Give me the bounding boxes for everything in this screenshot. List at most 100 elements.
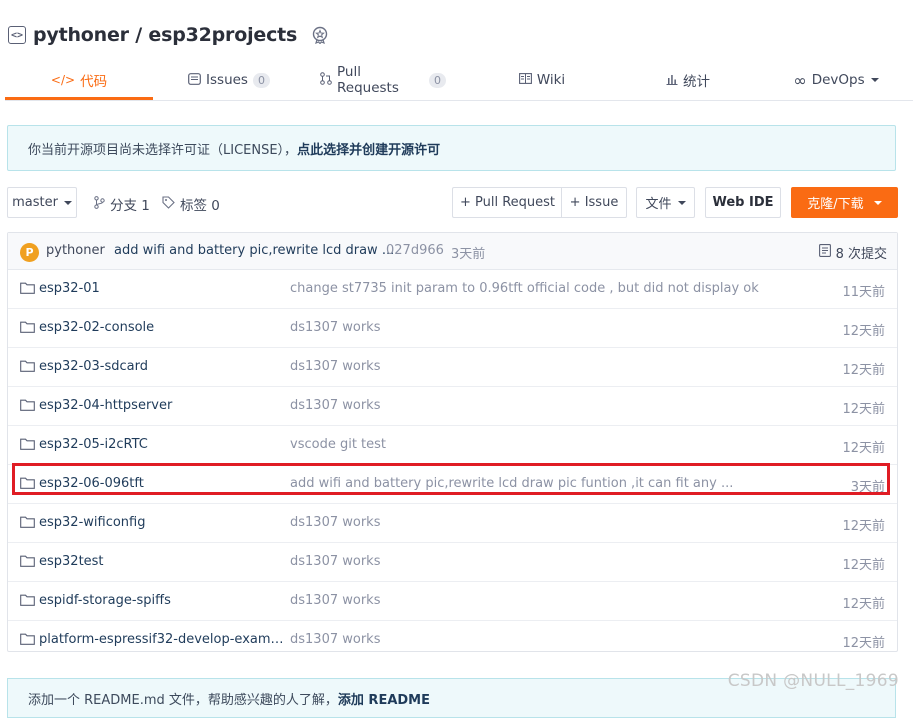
table-row[interactable]: esp32-04-httpserver ds1307 works 12天前 [8,387,897,426]
tab-wiki-label: Wiki [536,72,566,88]
table-row[interactable]: esp32-02-console ds1307 works 12天前 [8,309,897,348]
file-commit-message[interactable]: ds1307 works [290,554,380,569]
tab-issues[interactable]: Issues 0 [187,62,271,98]
file-commit-time: 12天前 [842,402,885,417]
file-name[interactable]: esp32-05-i2cRTC [39,437,289,452]
readme-notice-text: 添加一个 README.md 文件，帮助感兴趣的人了解， [28,692,338,708]
table-row[interactable]: esp32test ds1307 works 12天前 [8,543,897,582]
new-pull-request-label: + Pull Request [459,195,556,210]
file-commit-message[interactable]: ds1307 works [290,359,380,374]
file-name[interactable]: esp32-wificonfig [39,515,289,530]
file-commit-message[interactable]: ds1307 works [290,320,380,335]
file-commit-message[interactable]: ds1307 works [290,593,380,608]
file-name[interactable]: esp32-01 [39,281,289,296]
table-row[interactable]: esp32-03-sdcard ds1307 works 12天前 [8,348,897,387]
file-commit-message[interactable]: add wifi and battery pic,rewrite lcd dra… [290,476,733,491]
commit-message[interactable]: add wifi and battery pic,rewrite lcd dra… [114,243,394,258]
table-row[interactable]: esp32-01 change st7735 init param to 0.96… [8,270,897,309]
commit-count-link[interactable]: 8 次提交 [818,243,887,262]
branch-icon [94,195,105,213]
repo-name[interactable]: esp32projects [148,24,297,46]
file-commit-time: 3天前 [850,480,885,495]
new-issue-label: + Issue [569,195,619,210]
file-commit-message[interactable]: vscode git test [290,437,386,452]
new-issue-button[interactable]: + Issue [561,187,627,218]
file-commit-message[interactable]: ds1307 works [290,398,380,413]
folder-icon [20,516,35,528]
file-commit-message[interactable]: change st7735 init param to 0.96tft offi… [290,281,759,296]
file-name[interactable]: esp32-06-096tft [39,476,289,491]
folder-icon [20,399,35,411]
tab-pull-requests-label: Pull Requests [337,64,399,96]
file-list: P pythoner add wifi and battery pic,rewr… [7,232,898,652]
create-license-link[interactable]: 点此选择并创建开源许可 [297,139,440,158]
tab-issues-label: Issues [206,72,248,88]
bar-chart-icon [666,73,678,88]
file-name[interactable]: esp32-04-httpserver [39,398,289,413]
tab-devops[interactable]: ∞ DevOps [790,62,882,98]
table-row[interactable]: esp32-06-096tft add wifi and battery pic,… [8,465,897,504]
add-readme-link[interactable]: 添加 README [338,689,430,708]
tab-pull-requests[interactable]: Pull Requests 0 [320,62,446,98]
repo-separator: / [128,24,149,46]
pull-request-icon [320,72,332,88]
tab-stats[interactable]: 统计 [657,62,719,98]
web-ide-button[interactable]: Web IDE [705,187,781,218]
file-commit-time: 11天前 [842,285,885,300]
file-menu-button[interactable]: 文件 [636,187,695,218]
clone-download-label: 克隆/下载 [807,197,864,212]
table-row[interactable]: esp32-05-i2cRTC vscode git test 12天前 [8,426,897,465]
file-name[interactable]: espidf-storage-spiffs [39,593,289,608]
folder-icon [20,633,35,645]
file-commit-message[interactable]: ds1307 works [290,632,380,647]
code-repo-icon: <> [8,26,26,44]
repo-owner[interactable]: pythoner [33,24,129,46]
tag-icon [162,195,175,213]
issues-icon [188,72,201,88]
tab-devops-label: DevOps [811,72,865,88]
infinity-icon: ∞ [793,70,807,90]
tab-stats-label: 统计 [683,74,710,90]
commit-time: 3天前 [451,247,486,262]
new-pull-request-button[interactable]: + Pull Request [452,187,562,218]
file-commit-message[interactable]: ds1307 works [290,515,380,530]
branch-select-label: master [12,195,58,210]
table-row[interactable]: esp32-wificonfig ds1307 works 12天前 [8,504,897,543]
folder-icon [20,360,35,372]
clone-download-button[interactable]: 克隆/下载 [791,187,898,218]
commit-count: 8 次提交 [835,247,887,262]
file-commit-time: 12天前 [842,519,885,534]
file-commit-time: 12天前 [842,558,885,573]
file-name[interactable]: esp32test [39,554,289,569]
last-commit-bar: P pythoner add wifi and battery pic,rewr… [8,233,897,270]
chevron-down-icon [870,78,879,82]
web-ide-label: Web IDE [712,195,774,210]
tags-count: 标签 0 [180,198,220,214]
commit-hash[interactable]: 027d966 [386,243,444,258]
tab-code-label: 代码 [80,73,108,90]
folder-icon [20,594,35,606]
table-row[interactable]: espidf-storage-spiffs ds1307 works 12天前 [8,582,897,621]
branches-link[interactable]: 分支 1 [94,194,150,214]
file-name[interactable]: platform-espressif32-develop-example... [39,632,289,647]
branch-select[interactable]: master [7,187,77,218]
issues-count-badge: 0 [252,72,270,88]
file-menu-label: 文件 [645,197,672,212]
tags-link[interactable]: 标签 0 [162,194,220,214]
license-notice-text: 你当前开源项目尚未选择许可证（LICENSE）， [28,142,298,158]
tab-code[interactable]: </> 代码 [5,62,153,100]
license-notice: 你当前开源项目尚未选择许可证（LICENSE）， 点此选择并创建开源许可 [7,125,896,171]
file-rows: esp32-01 change st7735 init param to 0.96… [8,270,897,659]
award-badge-icon[interactable] [311,26,329,44]
folder-icon [20,555,35,567]
commit-author[interactable]: pythoner [46,243,105,258]
folder-icon [20,438,35,450]
table-row[interactable]: platform-espressif32-develop-example... d… [8,621,897,659]
watermark: CSDN @NULL_1969 [727,671,899,691]
repo-title[interactable]: pythoner / esp32projects [33,24,297,46]
chevron-down-icon [63,200,72,205]
file-name[interactable]: esp32-02-console [39,320,289,335]
avatar[interactable]: P [20,243,39,262]
file-name[interactable]: esp32-03-sdcard [39,359,289,374]
tab-wiki[interactable]: Wiki [510,62,574,98]
